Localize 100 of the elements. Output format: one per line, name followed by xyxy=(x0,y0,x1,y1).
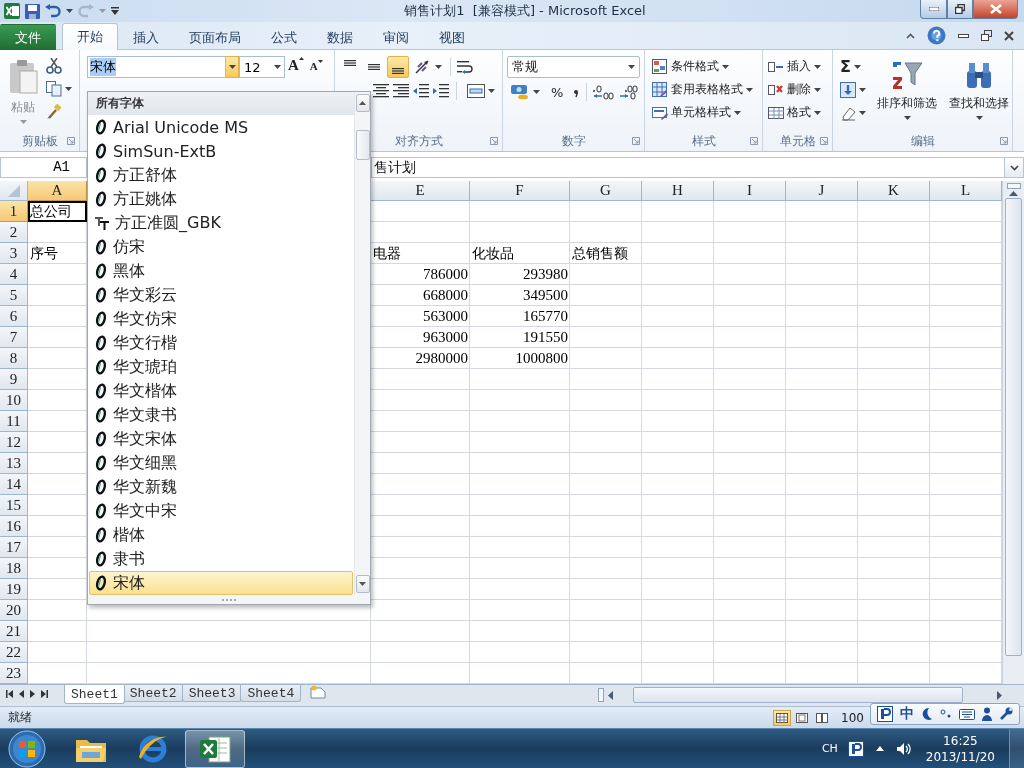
merge-center-button[interactable] xyxy=(464,82,498,100)
font-name-field[interactable]: 宋体 xyxy=(87,56,226,78)
caret-icon[interactable] xyxy=(814,64,821,69)
scroll-left-icon[interactable] xyxy=(608,690,613,700)
column-header[interactable]: J xyxy=(786,181,858,201)
font-option[interactable]: 方正舒体 xyxy=(89,163,353,187)
ime-logo-icon[interactable] xyxy=(847,740,864,757)
scrollbar-thumb[interactable] xyxy=(633,687,963,703)
shrink-font-button[interactable]: A xyxy=(306,56,326,73)
row-header[interactable]: 9 xyxy=(0,369,28,390)
font-option[interactable]: 华文楷体 xyxy=(89,379,353,403)
table-cell[interactable]: 电器 xyxy=(371,243,470,264)
column-header[interactable]: H xyxy=(642,181,714,201)
column-header[interactable]: L xyxy=(930,181,1002,201)
table-format-button[interactable]: 套用表格格式 xyxy=(649,79,756,100)
font-option[interactable]: SimSun-ExtB xyxy=(89,139,353,163)
ribbon-tab[interactable]: 开始 xyxy=(62,23,118,50)
font-option[interactable]: Arial Unicode MS xyxy=(89,115,353,139)
delete-cells-button[interactable]: 删除 xyxy=(765,79,824,100)
grow-font-button[interactable]: A xyxy=(285,56,307,75)
clock-time[interactable]: 16:25 xyxy=(925,732,995,749)
row-header[interactable]: 2 xyxy=(0,222,28,243)
cell-styles-button[interactable]: 单元格样式 xyxy=(649,102,756,123)
minimize-icon[interactable] xyxy=(958,33,969,38)
percent-button[interactable]: % xyxy=(545,82,570,102)
minimize-button[interactable] xyxy=(920,0,947,19)
table-cell[interactable]: 1000800 xyxy=(470,348,570,369)
row-header[interactable]: 19 xyxy=(0,579,28,600)
ribbon-tab[interactable]: 视图 xyxy=(424,25,480,50)
save-icon[interactable] xyxy=(25,3,40,19)
column-header[interactable]: G xyxy=(570,181,642,201)
font-option[interactable]: 方正姚体 xyxy=(89,187,353,211)
first-sheet-icon[interactable] xyxy=(6,690,13,698)
row-header[interactable]: 5 xyxy=(0,285,28,306)
speaker-icon[interactable] xyxy=(895,741,912,756)
sheet-tab[interactable]: Sheet4 xyxy=(240,685,302,702)
caret-icon[interactable] xyxy=(903,116,911,120)
row-header[interactable]: 23 xyxy=(0,663,28,684)
split-handle-icon[interactable] xyxy=(1006,183,1021,189)
row-header[interactable]: 18 xyxy=(0,558,28,579)
table-cell[interactable]: 786000 xyxy=(371,264,470,285)
caret-icon[interactable] xyxy=(975,116,983,120)
caret-icon[interactable] xyxy=(488,89,495,93)
last-sheet-icon[interactable] xyxy=(41,690,48,698)
row-header[interactable]: 12 xyxy=(0,432,28,453)
sheet-tab[interactable]: Sheet3 xyxy=(181,685,243,702)
table-cell[interactable]: 963000 xyxy=(371,327,470,348)
launcher-icon[interactable] xyxy=(67,137,75,145)
font-option[interactable]: 仿宋 xyxy=(89,235,353,259)
row-header[interactable]: 14 xyxy=(0,474,28,495)
row-header[interactable]: 8 xyxy=(0,348,28,369)
caret-icon[interactable] xyxy=(814,110,821,115)
decrease-indent-icon[interactable] xyxy=(413,84,429,98)
font-option[interactable]: 楷体 xyxy=(89,523,353,547)
row-header[interactable]: 20 xyxy=(0,600,28,621)
person-icon[interactable] xyxy=(982,707,992,721)
table-cell[interactable]: 总公司 xyxy=(28,201,87,222)
table-cell[interactable]: 2980000 xyxy=(371,348,470,369)
resize-grip-icon[interactable] xyxy=(222,598,236,601)
sheet-tab[interactable]: Sheet2 xyxy=(122,685,184,702)
row-header[interactable]: 1 xyxy=(0,201,28,222)
bottom-align-button[interactable] xyxy=(387,56,409,78)
table-cell[interactable]: 563000 xyxy=(371,306,470,327)
customize-menu-icon[interactable] xyxy=(111,7,119,15)
caret-icon[interactable] xyxy=(746,87,753,92)
taskbar-app-button[interactable] xyxy=(185,729,245,768)
name-box[interactable]: A1 xyxy=(0,157,87,178)
punctuation-icon[interactable] xyxy=(940,708,952,720)
caret-icon[interactable] xyxy=(65,87,72,91)
font-option[interactable]: 华文仿宋 xyxy=(89,307,353,331)
caret-icon[interactable] xyxy=(628,65,635,69)
caret-icon[interactable] xyxy=(722,64,729,69)
caret-icon[interactable] xyxy=(814,87,821,92)
launcher-icon[interactable] xyxy=(632,137,640,145)
expand-button[interactable] xyxy=(1005,157,1024,178)
row-header[interactable]: 10 xyxy=(0,390,28,411)
row-header[interactable]: 17 xyxy=(0,537,28,558)
font-option[interactable]: 华文中宋 xyxy=(89,499,353,523)
table-cell[interactable]: 165770 xyxy=(470,306,570,327)
format-cells-button[interactable]: 格式 xyxy=(765,102,824,123)
font-option[interactable]: 黑体 xyxy=(89,259,353,283)
zoom-level[interactable]: 100 xyxy=(841,710,864,725)
caret-icon[interactable] xyxy=(228,65,236,69)
split-handle-icon[interactable] xyxy=(598,688,604,702)
previous-sheet-icon[interactable] xyxy=(19,690,24,698)
copy-icon[interactable] xyxy=(46,81,62,97)
wrench-icon[interactable] xyxy=(999,707,1013,721)
autosum-button[interactable]: Σ xyxy=(837,56,869,77)
column-header[interactable]: I xyxy=(714,181,786,201)
ime-logo-icon[interactable] xyxy=(877,706,893,722)
row-header[interactable]: 7 xyxy=(0,327,28,348)
right-align-icon[interactable] xyxy=(393,84,409,98)
scrollbar-thumb[interactable] xyxy=(1005,198,1022,656)
row-header[interactable]: 11 xyxy=(0,411,28,432)
sheet-tab[interactable]: Sheet1 xyxy=(64,685,125,704)
ribbon-tab[interactable]: 数据 xyxy=(312,25,368,50)
find-select-button[interactable]: 查找和选择 xyxy=(945,56,1013,131)
clock-date[interactable]: 2013/11/20 xyxy=(925,748,995,765)
row-header[interactable]: 21 xyxy=(0,621,28,642)
row-header[interactable]: 15 xyxy=(0,495,28,516)
